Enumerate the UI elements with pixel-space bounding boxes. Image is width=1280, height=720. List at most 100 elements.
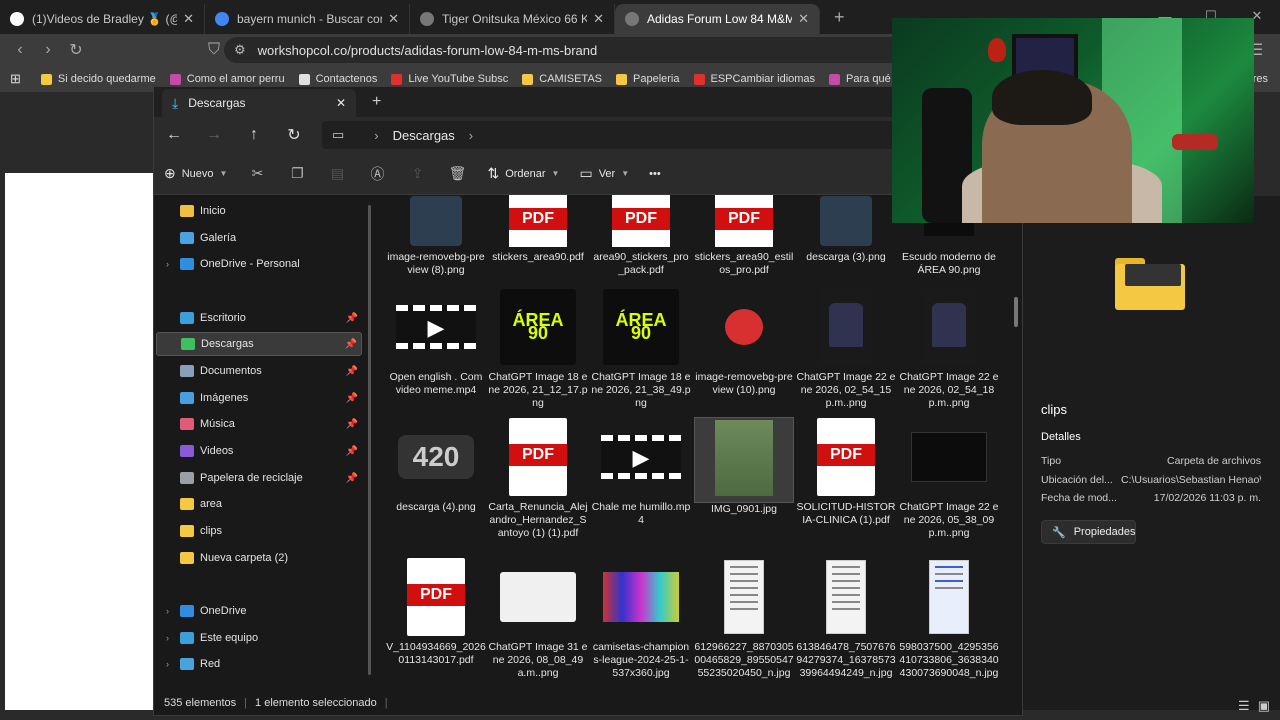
file-item[interactable]: ChatGPT Image 22 ene 2026, 05_38_09 p.m.… <box>899 417 999 540</box>
breadcrumb-item[interactable]: Descargas <box>393 128 455 143</box>
forward-icon[interactable]: › <box>34 41 62 59</box>
sidebar-item[interactable]: Videos 📌 <box>156 439 362 463</box>
sidebar-item[interactable]: Galería <box>156 226 362 250</box>
back-icon[interactable]: ‹ <box>6 41 34 59</box>
close-icon[interactable]: ✕ <box>798 11 809 27</box>
properties-button[interactable]: 🔧 Propiedades <box>1041 520 1136 544</box>
file-item[interactable]: camisetas-champions-league-2024-25-1-537… <box>591 557 691 680</box>
sidebar-item[interactable]: › OneDrive <box>156 599 362 623</box>
browser-tab-active[interactable]: Adidas Forum Low 84 M&M'S Br ✕ <box>615 4 820 34</box>
bookmark-item[interactable]: Como el amor perru <box>169 73 285 85</box>
apps-icon[interactable]: ⊞ <box>10 71 21 87</box>
browser-tab[interactable]: bayern munich - Buscar con Google ✕ <box>205 4 410 34</box>
sidebar-item[interactable]: › Este equipo <box>156 626 362 650</box>
sidebar-item[interactable]: Documentos 📌 <box>156 359 362 383</box>
file-item[interactable]: PDF stickers_area90.pdf <box>488 195 588 264</box>
file-item[interactable]: PDF stickers_area90_estilos_pro.pdf <box>694 195 794 277</box>
new-tab-icon[interactable]: + <box>834 7 845 28</box>
file-item[interactable]: PDF Carta_Renuncia_Alejandro_Hernandez_Sa… <box>488 417 588 540</box>
bookmark-item[interactable]: Papeleria <box>616 73 680 85</box>
file-item[interactable]: 613846478_750767694279374_16378573399644… <box>796 557 896 680</box>
sidebar-item[interactable]: Imágenes 📌 <box>156 386 362 410</box>
close-icon[interactable]: ✕ <box>593 11 604 27</box>
new-button[interactable]: ⊕ Nuevo ▼ <box>164 165 227 182</box>
status-bar: 535 elementos | 1 elemento seleccionado … <box>154 691 1022 715</box>
bookmark-item[interactable]: Live YouTube Subsc <box>391 73 508 85</box>
sidebar-item[interactable]: › OneDrive - Personal <box>156 252 362 276</box>
bookmark-item[interactable]: Contactenos <box>298 73 377 85</box>
paste-icon[interactable]: ▤ <box>327 165 347 182</box>
sidebar-item[interactable]: area <box>156 492 362 516</box>
file-item[interactable]: 598037500_4295356410733806_3638340430073… <box>899 557 999 680</box>
bookmark-item[interactable]: ESPCambiar idiomas <box>693 73 815 85</box>
close-icon[interactable]: ✕ <box>388 11 399 27</box>
explorer-tab[interactable]: ⤓ Descargas ✕ <box>162 89 356 117</box>
sort-button[interactable]: ⇅ Ordenar ▼ <box>487 165 559 182</box>
file-item[interactable]: ÁREA 90 ChatGPT Image 18 ene 2026, 21_12_1… <box>488 287 588 410</box>
file-item[interactable]: 420 descarga (4).png <box>386 417 486 514</box>
file-thumbnail-frame: PDF <box>796 417 896 497</box>
up-icon[interactable]: ↑ <box>234 126 274 144</box>
file-item[interactable]: ChatGPT Image 31 ene 2026, 08_08_49 a.m.… <box>488 557 588 680</box>
sidebar-item-label: Papelera de reciclaje <box>200 472 303 484</box>
chevron-right-icon[interactable]: › <box>166 633 169 643</box>
file-item[interactable]: descarga (3).png <box>796 195 896 264</box>
close-icon[interactable]: ✕ <box>183 11 194 27</box>
file-item[interactable]: ▶ Chale me humillo.mp4 <box>591 417 691 527</box>
file-item[interactable]: ChatGPT Image 22 ene 2026, 02_54_15 p.m.… <box>796 287 896 410</box>
file-item[interactable]: PDF SOLICITUD-HISTORIA-CLINICA (1).pdf <box>796 417 896 527</box>
sidebar-item[interactable]: clips <box>156 519 362 543</box>
site-info-icon[interactable]: ⚙ <box>234 42 246 58</box>
forward-icon[interactable]: → <box>194 126 234 144</box>
file-item[interactable]: 612966227_887030500465829_89550547552350… <box>694 557 794 680</box>
sidebar-item-icon <box>180 525 194 537</box>
bookmark-item[interactable]: Si decido quedarme <box>40 73 156 85</box>
bookmark-item[interactable]: CAMISETAS <box>522 73 602 85</box>
chevron-right-icon[interactable]: › <box>166 659 169 669</box>
more-options-icon[interactable]: ••• <box>649 168 661 180</box>
sidebar-item-icon <box>180 472 194 484</box>
file-item[interactable]: image-removebg-preview (10).png <box>694 287 794 397</box>
browser-tab[interactable]: (1)Videos de Bradley 🏅 (@bradleyh ✕ <box>0 4 205 34</box>
file-item[interactable]: ChatGPT Image 22 ene 2026, 02_54_18 p.m.… <box>899 287 999 410</box>
chevron-right-icon[interactable]: › <box>166 606 169 616</box>
image-thumbnail <box>694 557 794 637</box>
share-icon[interactable]: ⇪ <box>407 165 427 182</box>
sidebar-item[interactable]: › Red <box>156 652 362 676</box>
file-grid-scrollbar[interactable] <box>1014 297 1018 327</box>
delete-icon[interactable]: 🗑 <box>447 165 467 182</box>
file-item[interactable]: PDF area90_stickers_pro_pack.pdf <box>591 195 691 277</box>
browser-tab[interactable]: Tiger Onitsuka México 66 Kill Bill – w ✕ <box>410 4 615 34</box>
file-item[interactable]: PDF V_1104934669_20260113143017.pdf <box>386 557 486 667</box>
details-view-icon[interactable]: ☰ <box>1238 698 1250 714</box>
new-tab-icon[interactable]: + <box>372 93 381 111</box>
file-item[interactable]: IMG_0901.jpg <box>694 417 794 516</box>
sidebar-item[interactable]: Papelera de reciclaje 📌 <box>156 466 362 490</box>
rename-icon[interactable]: Ⓐ <box>367 164 387 184</box>
tab-title: Adidas Forum Low 84 M&M'S Br <box>647 12 793 26</box>
sidebar-item[interactable]: Descargas 📌 <box>156 332 362 356</box>
sidebar-item[interactable]: Escritorio 📌 <box>156 306 362 330</box>
file-item[interactable]: ▶ Open english . Com video meme.mp4 <box>386 287 486 397</box>
refresh-icon[interactable]: ↻ <box>274 125 314 145</box>
navigation-scrollbar[interactable] <box>368 205 371 675</box>
back-icon[interactable]: ← <box>154 126 194 144</box>
sidebar-item[interactable]: Inicio <box>156 199 362 223</box>
file-item[interactable]: image-removebg-preview (8).png <box>386 195 486 277</box>
sidebar-item[interactable]: Nueva carpeta (2) <box>156 546 362 570</box>
sidebar-item[interactable]: Música 📌 <box>156 412 362 436</box>
reload-icon[interactable]: ↻ <box>62 40 90 60</box>
tab-title: Tiger Onitsuka México 66 Kill Bill – w <box>442 12 588 26</box>
file-item[interactable]: ÁREA 90 ChatGPT Image 18 ene 2026, 21_38_4… <box>591 287 691 410</box>
close-icon[interactable]: ✕ <box>336 96 346 110</box>
file-thumbnail-frame <box>796 195 896 247</box>
cut-icon[interactable]: ✂ <box>247 165 267 182</box>
download-icon: ⤓ <box>172 94 179 111</box>
google-icon <box>215 12 229 26</box>
view-button[interactable]: ▭ Ver ▼ <box>579 165 629 182</box>
tiles-view-icon[interactable]: ▣ <box>1258 698 1270 714</box>
copy-icon[interactable]: ❐ <box>287 165 307 182</box>
image-thumbnail <box>899 557 999 637</box>
chevron-right-icon[interactable]: › <box>166 259 169 269</box>
pdf-file-icon: PDF <box>591 195 691 247</box>
